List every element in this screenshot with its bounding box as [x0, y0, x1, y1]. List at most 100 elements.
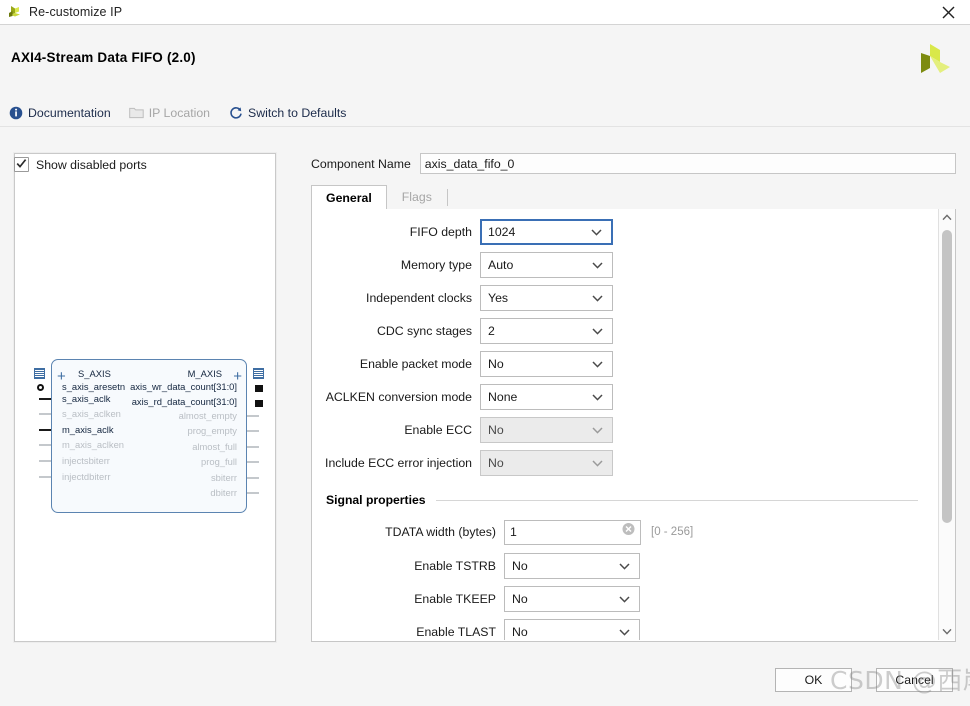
chevron-down-icon [592, 418, 603, 442]
documentation-button[interactable]: Documentation [8, 105, 111, 120]
bus-interface-connector-right [253, 368, 264, 379]
form-row-enable-packet-mode: Enable packet mode No [312, 347, 934, 380]
label-enable-tstrb: Enable TSTRB [414, 558, 496, 573]
chevron-down-icon [619, 620, 630, 641]
select-enable-tstrb[interactable]: No [504, 552, 640, 579]
xilinx-pinwheel-logo [909, 39, 953, 83]
form-row-enable-tstrb: Enable TSTRB No [312, 549, 934, 582]
ip-toolbar: Documentation IP Location Switch to Defa… [0, 99, 970, 127]
select-fifo-depth-value: 1024 [488, 224, 516, 239]
select-enable-packet-mode-value: No [488, 356, 504, 371]
select-independent-clocks[interactable]: Yes [480, 284, 613, 311]
select-independent-clocks-value: Yes [488, 290, 509, 305]
label-tdata-width: TDATA width (bytes) [385, 525, 496, 539]
scroll-down-icon[interactable] [939, 623, 955, 640]
port-stub-right-7 [247, 492, 259, 494]
ip-location-button[interactable]: IP Location [128, 105, 211, 120]
folder-icon [128, 105, 144, 120]
port-stub-left-5 [39, 460, 51, 462]
select-enable-tkeep-value: No [512, 591, 528, 606]
port-label-right-5: prog_full [201, 456, 237, 467]
port-stub-right-4 [247, 446, 259, 448]
port-stub-left-1 [39, 398, 51, 400]
port-stub-left-4 [39, 444, 51, 446]
form-row-fifo-depth: FIFO depth 1024 [312, 215, 934, 248]
tdata-width-range-hint: [0 - 256] [651, 526, 694, 538]
select-aclken-conversion-mode-value: None [488, 389, 518, 404]
select-cdc-sync-stages[interactable]: 2 [480, 317, 613, 344]
port-label-left-4: m_axis_aclken [62, 439, 125, 450]
ip-block-symbol: + S_AXIS s_axis_aresetn s_axis_aclk s_ax… [34, 359, 264, 513]
form-row-enable-tkeep: Enable TKEEP No [312, 582, 934, 615]
section-signal-properties: Signal properties [312, 485, 934, 515]
component-name-label: Component Name [311, 156, 411, 171]
port-label-right-2: almost_empty [178, 410, 237, 421]
close-icon[interactable] [926, 0, 970, 25]
component-name-row: Component Name [311, 153, 956, 174]
cancel-button[interactable]: Cancel [876, 668, 953, 692]
port-label-left-6: injectdbiterr [62, 471, 111, 482]
select-enable-packet-mode[interactable]: No [480, 350, 613, 377]
switch-to-defaults-button[interactable]: Switch to Defaults [228, 105, 346, 120]
select-include-ecc-error-injection[interactable]: No [480, 449, 613, 476]
port-stub-left-3 [39, 429, 51, 431]
tab-general[interactable]: General [311, 185, 387, 210]
clear-icon[interactable] [622, 521, 635, 544]
form-row-include-ecc-error-injection: Include ECC error injection No [312, 446, 934, 479]
component-name-input[interactable] [419, 153, 956, 174]
label-independent-clocks: Independent clocks [366, 290, 472, 305]
input-tdata-width[interactable]: 1 [504, 519, 641, 545]
form-row-independent-clocks: Independent clocks Yes [312, 281, 934, 314]
chevron-down-icon [592, 451, 603, 475]
select-enable-tkeep[interactable]: No [504, 585, 640, 612]
form-vertical-scrollbar[interactable] [938, 209, 955, 640]
bus-interface-connector-left [34, 368, 45, 379]
window-title-bar: Re-customize IP [0, 0, 970, 25]
switch-to-defaults-label: Switch to Defaults [248, 105, 347, 120]
port-label-left-1: s_axis_aclk [62, 393, 111, 404]
select-aclken-conversion-mode[interactable]: None [480, 383, 613, 410]
port-stub-right-2 [247, 415, 259, 417]
config-tabs: General Flags [311, 185, 956, 210]
config-form-scroll-area: FIFO depth 1024 Memory type Auto Indepen… [312, 209, 934, 640]
port-label-m-axis: M_AXIS [187, 368, 222, 379]
chevron-down-icon [592, 253, 603, 277]
scroll-up-icon[interactable] [939, 209, 955, 226]
refresh-icon [228, 105, 243, 120]
ip-config-panel: Component Name General Flags FIFO depth … [311, 127, 956, 652]
port-label-left-3: m_axis_aclk [62, 424, 114, 435]
dialog-footer: OK Cancel [0, 652, 970, 706]
tab-flags[interactable]: Flags [387, 184, 447, 209]
scrollbar-thumb[interactable] [942, 230, 952, 523]
checkbox-box [14, 157, 29, 172]
select-enable-tlast[interactable]: No [504, 618, 640, 641]
label-enable-ecc: Enable ECC [404, 422, 472, 437]
label-include-ecc-error-injection: Include ECC error injection [325, 455, 472, 470]
port-label-right-4: almost_full [192, 441, 237, 452]
select-memory-type-value: Auto [488, 257, 514, 272]
port-marker-right-1 [255, 400, 263, 407]
show-disabled-ports-checkbox[interactable]: Show disabled ports [14, 157, 147, 172]
label-memory-type: Memory type [400, 257, 472, 272]
ip-location-label: IP Location [148, 105, 211, 120]
chevron-down-icon [592, 385, 603, 409]
reset-port-marker [37, 384, 44, 391]
ok-button[interactable]: OK [775, 668, 852, 692]
chevron-down-icon [591, 221, 602, 243]
select-include-ecc-error-injection-value: No [488, 455, 504, 470]
section-title: Signal properties [326, 493, 426, 507]
select-memory-type[interactable]: Auto [480, 251, 613, 278]
chevron-down-icon [592, 352, 603, 376]
select-enable-ecc[interactable]: No [480, 416, 613, 443]
select-fifo-depth[interactable]: 1024 [480, 218, 613, 245]
chevron-down-icon [592, 319, 603, 343]
port-stub-right-6 [247, 477, 259, 479]
label-fifo-depth: FIFO depth [409, 224, 472, 239]
dialog-content: Show disabled ports + S_AXIS s_axis_ares… [0, 127, 970, 652]
port-marker-right-0 [255, 385, 263, 392]
form-row-enable-ecc: Enable ECC No [312, 413, 934, 446]
select-enable-tstrb-value: No [512, 558, 528, 573]
page-title: AXI4-Stream Data FIFO (2.0) [11, 50, 196, 65]
port-stub-left-6 [39, 476, 51, 478]
form-row-memory-type: Memory type Auto [312, 248, 934, 281]
